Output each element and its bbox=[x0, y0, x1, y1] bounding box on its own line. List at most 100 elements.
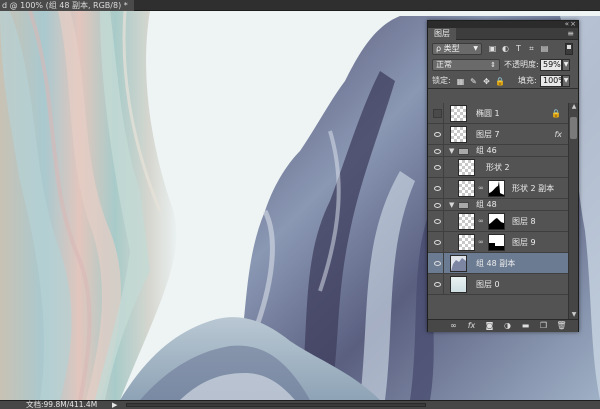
layer-row[interactable]: ∞ 形状 2 副本 bbox=[428, 178, 568, 199]
lock-icon: 🔒 bbox=[551, 109, 561, 118]
layer-mask-thumbnail[interactable] bbox=[488, 234, 505, 251]
group-expand-arrow-icon[interactable]: ▼ bbox=[449, 145, 454, 157]
layers-list: 椭圆 1 🔒 图层 7 fx ▼ 组 46 形状 2 ∞ 形状 2 副本 ▼ 组… bbox=[428, 103, 568, 319]
layer-mask-thumbnail[interactable] bbox=[488, 213, 505, 230]
filter-shape-icon[interactable]: ⌗ bbox=[527, 44, 536, 53]
eye-icon[interactable] bbox=[430, 199, 444, 210]
document-size-readout: 文档:99.8M/411.4M bbox=[26, 400, 98, 409]
opacity-input[interactable]: 59% bbox=[540, 59, 562, 71]
tab-layers[interactable]: 图层 bbox=[428, 28, 456, 40]
link-chain-icon[interactable]: ∞ bbox=[478, 238, 484, 247]
layer-thumbnail bbox=[458, 159, 475, 176]
filter-smart-object-icon[interactable]: ▤ bbox=[540, 44, 549, 53]
chevron-updown-icon: ⇕ bbox=[490, 61, 496, 69]
filter-toggle-switch[interactable] bbox=[565, 43, 573, 55]
document-tab-bar: d @ 100% (组 48 副本, RGB/8) * bbox=[0, 0, 600, 11]
layer-mask-thumbnail[interactable] bbox=[488, 180, 505, 197]
layers-panel: « × 图层 ≡ ρ 类型 ▼ ▣ ◐ T ⌗ ▤ 正常 ⇕ 不透明度: 59%… bbox=[427, 20, 579, 332]
fx-icon[interactable]: fx bbox=[554, 124, 562, 145]
close-panel-icon[interactable]: × bbox=[570, 20, 576, 28]
eye-icon[interactable] bbox=[430, 178, 444, 198]
layer-name: 图层 8 bbox=[512, 217, 536, 226]
filter-pixel-icon[interactable]: ▣ bbox=[488, 44, 497, 53]
link-layers-icon[interactable]: ∞ bbox=[448, 321, 459, 331]
filter-kind-label: ρ 类型 bbox=[436, 44, 460, 53]
filter-type-icon[interactable]: T bbox=[514, 44, 523, 53]
visibility-toggle-icon[interactable] bbox=[430, 103, 444, 123]
group-expand-arrow-icon[interactable]: ▼ bbox=[449, 199, 454, 211]
opacity-label: 不透明度: bbox=[504, 60, 539, 69]
layer-filter-row: ρ 类型 ▼ ▣ ◐ T ⌗ ▤ bbox=[428, 40, 578, 57]
layer-row[interactable]: 形状 2 bbox=[428, 157, 568, 178]
layer-row-selected[interactable]: 组 48 副本 bbox=[428, 253, 568, 274]
layer-name: 图层 9 bbox=[512, 238, 536, 247]
layer-name: 形状 2 副本 bbox=[512, 184, 555, 193]
delete-layer-icon[interactable]: 🗑 bbox=[556, 321, 567, 331]
scroll-up-arrow-icon[interactable]: ▲ bbox=[570, 103, 578, 111]
document-tab[interactable]: d @ 100% (组 48 副本, RGB/8) * bbox=[0, 0, 134, 11]
layer-name: 图层 7 bbox=[476, 130, 500, 139]
layer-row[interactable]: ∞ 图层 9 bbox=[428, 232, 568, 253]
layer-name: 组 48 副本 bbox=[476, 259, 516, 268]
panel-title-strip[interactable]: « × bbox=[428, 20, 578, 28]
fill-label: 填充: bbox=[518, 76, 537, 85]
eye-icon[interactable] bbox=[430, 274, 444, 294]
new-group-icon[interactable]: ▬ bbox=[520, 321, 531, 331]
panel-tab-bar: 图层 ≡ bbox=[428, 28, 578, 40]
opacity-dropdown-icon[interactable]: ▼ bbox=[562, 59, 570, 71]
folder-icon bbox=[458, 202, 469, 209]
filter-kind-select[interactable]: ρ 类型 ▼ bbox=[432, 43, 482, 55]
layers-scrollbar[interactable]: ▲ ▼ bbox=[568, 103, 578, 319]
panel-footer: ∞ fx ◙ ◑ ▬ ❐ 🗑 bbox=[428, 319, 578, 332]
layer-name: 图层 0 bbox=[476, 280, 500, 289]
layer-row[interactable]: ∞ 图层 8 bbox=[428, 211, 568, 232]
folder-icon bbox=[458, 148, 469, 155]
blend-row: 正常 ⇕ 不透明度: 59% ▼ bbox=[428, 57, 578, 73]
adjustment-layer-icon[interactable]: ◑ bbox=[502, 321, 513, 331]
layer-thumbnail bbox=[458, 180, 475, 197]
filter-adjustment-icon[interactable]: ◐ bbox=[501, 44, 510, 53]
eye-icon[interactable] bbox=[430, 124, 444, 144]
layer-thumbnail bbox=[450, 255, 467, 272]
fill-input[interactable]: 100% bbox=[540, 75, 566, 87]
status-menu-arrow-icon[interactable]: ▶ bbox=[112, 401, 117, 409]
horizontal-scrollbar[interactable] bbox=[126, 403, 426, 407]
scroll-down-arrow-icon[interactable]: ▼ bbox=[570, 311, 578, 319]
layer-row[interactable]: 图层 7 fx bbox=[428, 124, 568, 145]
layer-row[interactable]: 椭圆 1 🔒 bbox=[428, 103, 568, 124]
group-name: 组 48 bbox=[476, 200, 497, 209]
group-row[interactable]: ▼ 组 46 bbox=[428, 145, 568, 157]
fx-icon[interactable]: fx bbox=[466, 321, 477, 331]
new-layer-icon[interactable]: ❐ bbox=[538, 321, 549, 331]
eye-icon[interactable] bbox=[430, 232, 444, 252]
scroll-thumb[interactable] bbox=[570, 117, 577, 139]
status-bar: 文档:99.8M/411.4M ▶ bbox=[0, 400, 600, 409]
chevron-down-icon: ▼ bbox=[473, 45, 478, 52]
lock-all-icon[interactable]: 🔒 bbox=[495, 77, 505, 86]
link-chain-icon[interactable]: ∞ bbox=[478, 217, 484, 226]
layer-thumbnail bbox=[450, 126, 467, 143]
layer-thumbnail bbox=[458, 213, 475, 230]
eye-icon[interactable] bbox=[430, 211, 444, 231]
group-row[interactable]: ▼ 组 48 bbox=[428, 199, 568, 211]
eye-icon[interactable] bbox=[430, 253, 444, 273]
eye-icon[interactable] bbox=[430, 145, 444, 156]
link-chain-icon[interactable]: ∞ bbox=[478, 184, 484, 193]
group-name: 组 46 bbox=[476, 146, 497, 155]
eye-icon[interactable] bbox=[430, 157, 444, 177]
layer-row[interactable]: 图层 0 bbox=[428, 274, 568, 295]
layer-thumbnail bbox=[458, 234, 475, 251]
lock-transparent-pixels-icon[interactable]: ▦ bbox=[456, 77, 465, 86]
lock-position-icon[interactable]: ✥ bbox=[482, 77, 491, 86]
layer-name: 形状 2 bbox=[486, 163, 510, 172]
collapse-panel-icon[interactable]: « bbox=[565, 20, 569, 28]
layer-thumbnail bbox=[450, 276, 467, 293]
fill-dropdown-icon[interactable]: ▼ bbox=[562, 75, 570, 87]
lock-row: 锁定: ▦ ✎ ✥ 🔒 填充: 100% ▼ bbox=[428, 73, 578, 89]
panel-menu-icon[interactable]: ≡ bbox=[567, 29, 574, 39]
lock-image-pixels-icon[interactable]: ✎ bbox=[469, 77, 478, 86]
blend-mode-select[interactable]: 正常 ⇕ bbox=[432, 59, 500, 71]
add-mask-icon[interactable]: ◙ bbox=[484, 321, 495, 331]
blend-mode-value: 正常 bbox=[436, 60, 452, 69]
layer-thumbnail bbox=[450, 105, 467, 122]
